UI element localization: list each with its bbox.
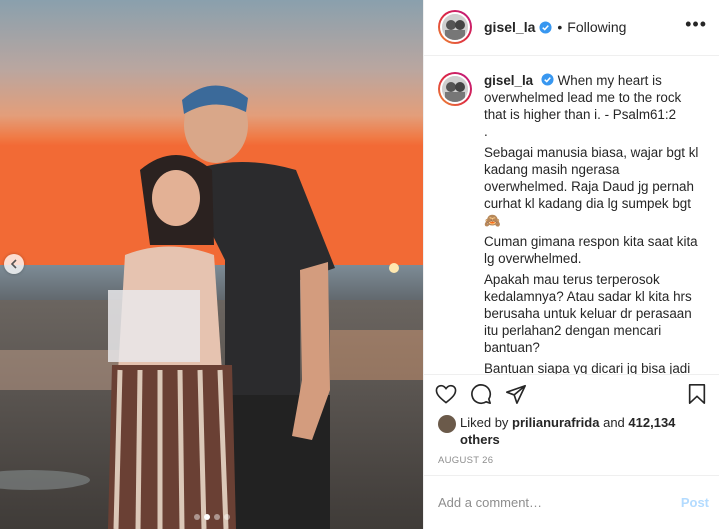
caption-line: Bantuan siapa yg dicari jg bisa jadi san…: [484, 360, 691, 375]
carousel-indicator: [0, 514, 423, 520]
share-button[interactable]: [504, 382, 528, 406]
following-button[interactable]: Following: [567, 19, 626, 35]
previous-slide-button[interactable]: [4, 254, 24, 274]
caption-line: Sebagai manusia biasa, wajar bgt kl kada…: [484, 144, 699, 228]
liker-avatar[interactable]: [438, 414, 456, 433]
heart-icon: [435, 384, 457, 404]
beach-sunset-photo: [0, 0, 423, 529]
post-side-panel: gisel_la • Following ••• gisel_la When m…: [423, 0, 719, 529]
post-photo[interactable]: [0, 0, 423, 529]
likes-prefix: Liked by: [460, 414, 509, 430]
bookmark-icon: [688, 384, 706, 405]
avatar[interactable]: [438, 10, 472, 45]
caption-avatar[interactable]: [438, 71, 472, 106]
carousel-dot: [223, 514, 230, 520]
caption-username[interactable]: gisel_la: [484, 73, 533, 88]
liker-username-link[interactable]: prilianurafrida: [512, 415, 599, 430]
post-comment-button[interactable]: Post: [681, 495, 709, 510]
comment-bar: Post: [424, 476, 719, 529]
username-link[interactable]: gisel_la: [484, 19, 535, 35]
like-button[interactable]: [434, 382, 458, 406]
carousel-dot: [193, 514, 200, 520]
caption-area: gisel_la When my heart is overwhelmed le…: [424, 56, 719, 375]
share-icon: [506, 384, 526, 405]
caption-text: gisel_la When my heart is overwhelmed le…: [484, 72, 705, 375]
more-options-button[interactable]: •••: [685, 15, 707, 35]
caption-line: .: [484, 123, 488, 139]
post-date[interactable]: AUGUST 26: [424, 449, 719, 477]
avatar-image: [442, 75, 468, 102]
post-header: gisel_la • Following •••: [424, 0, 719, 56]
instagram-post: gisel_la • Following ••• gisel_la When m…: [0, 0, 719, 529]
caption-line: Apakah mau terus terperosok kedalamnya? …: [484, 271, 692, 355]
carousel-dot-active: [203, 514, 210, 520]
likes-summary: Liked by prilianurafrida and 412,134 oth…: [424, 414, 719, 449]
comment-button[interactable]: [469, 382, 493, 406]
save-button[interactable]: [685, 382, 709, 406]
likes-and: and: [603, 414, 625, 430]
verified-badge-icon: [541, 73, 554, 86]
comment-input[interactable]: [438, 495, 681, 511]
carousel-dot: [213, 514, 220, 520]
action-bar: [424, 375, 719, 414]
caption-line: Cuman gimana respon kita saat kita lg ov…: [484, 233, 698, 266]
comment-icon: [471, 384, 492, 405]
separator: •: [557, 19, 563, 36]
chevron-left-icon: [10, 259, 17, 269]
avatar-image: [442, 14, 468, 41]
verified-badge-icon: [539, 21, 552, 34]
